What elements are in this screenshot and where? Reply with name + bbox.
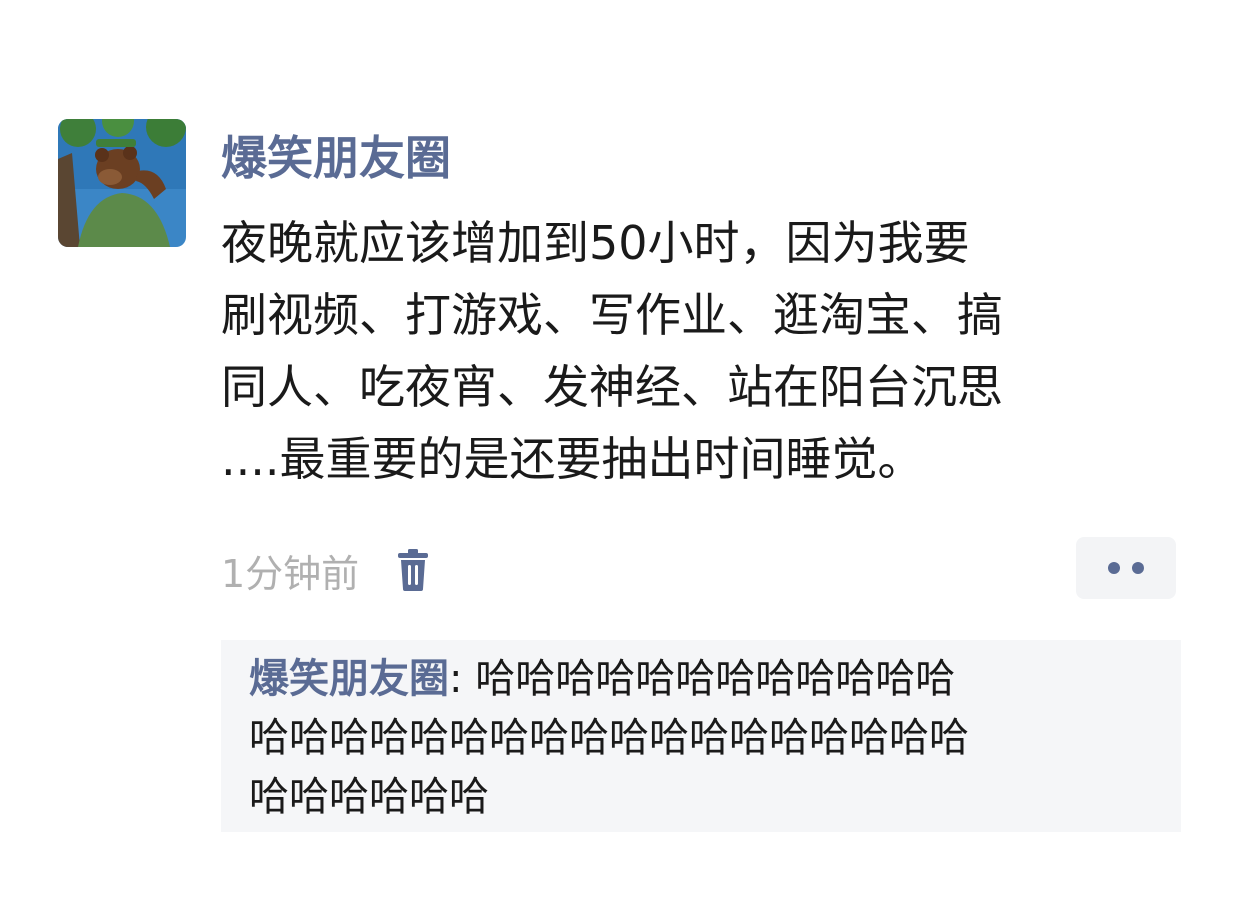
post-author-name[interactable]: 爆笑朋友圈 <box>221 128 451 188</box>
post-content: 夜晚就应该增加到50小时，因为我要 刷视频、打游戏、写作业、逛淘宝、搞 同人、吃… <box>221 207 1181 495</box>
comment-line: 哈哈哈哈哈哈哈哈哈哈哈哈哈哈哈哈哈哈 <box>249 715 969 761</box>
comment-separator: : <box>449 656 476 702</box>
post-content-line: 刷视频、打游戏、写作业、逛淘宝、搞 <box>221 288 1003 342</box>
post-content-line: 夜晚就应该增加到50小时，因为我要 <box>221 216 970 270</box>
delete-button[interactable] <box>393 545 433 595</box>
post-content-line: ....最重要的是还要抽出时间睡觉。 <box>221 432 924 486</box>
avatar-bear-image <box>58 119 186 247</box>
post-timestamp: 1分钟前 <box>221 551 360 596</box>
post-content-line: 同人、吃夜宵、发神经、站在阳台沉思 <box>221 360 1003 414</box>
moments-post: 爆笑朋友圈 夜晚就应该增加到50小时，因为我要 刷视频、打游戏、写作业、逛淘宝、… <box>0 0 1242 911</box>
comment-line: 爆笑朋友圈: 哈哈哈哈哈哈哈哈哈哈哈哈 <box>249 650 1159 709</box>
avatar[interactable] <box>58 119 186 247</box>
trash-icon <box>398 549 429 591</box>
post-meta: 1分钟前 <box>221 540 433 600</box>
comment-line: 哈哈哈哈哈哈 <box>249 774 489 820</box>
more-dots-icon <box>1108 562 1120 574</box>
more-actions-button[interactable] <box>1076 537 1176 599</box>
comment-text: 哈哈哈哈哈哈哈哈哈哈哈哈 <box>475 656 956 702</box>
comments-section: 爆笑朋友圈: 哈哈哈哈哈哈哈哈哈哈哈哈 哈哈哈哈哈哈哈哈哈哈哈哈哈哈哈哈哈哈 哈… <box>221 640 1181 832</box>
comment-author-name[interactable]: 爆笑朋友圈 <box>249 656 449 702</box>
comment-item: 爆笑朋友圈: 哈哈哈哈哈哈哈哈哈哈哈哈 哈哈哈哈哈哈哈哈哈哈哈哈哈哈哈哈哈哈 哈… <box>249 650 1159 827</box>
more-dots-icon <box>1132 562 1144 574</box>
